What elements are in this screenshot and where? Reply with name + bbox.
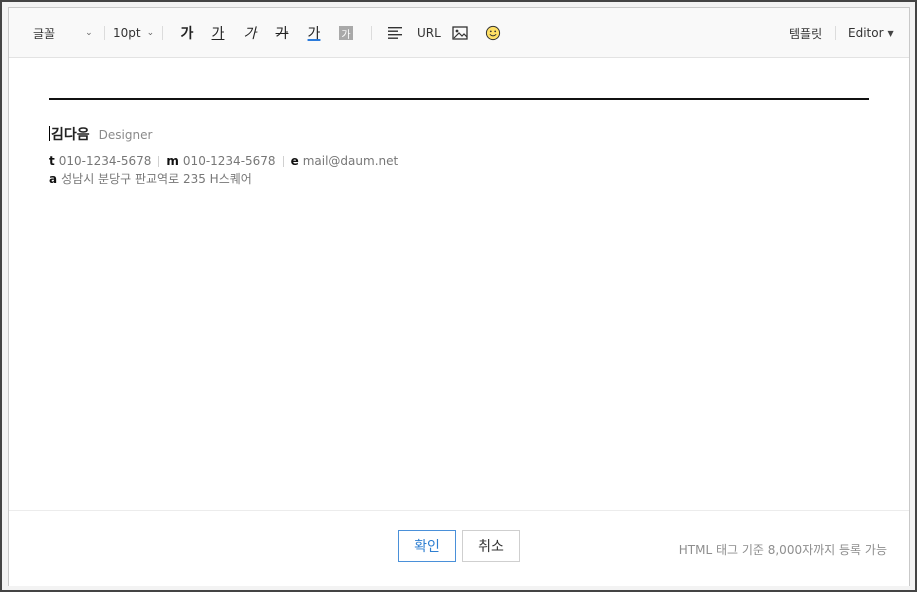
text-color-button[interactable]: 가 — [304, 8, 324, 58]
smiley-icon — [485, 25, 501, 41]
toolbar-divider — [371, 26, 372, 40]
caret-down-icon: ▼ — [887, 28, 894, 38]
font-size-label: 10pt — [113, 26, 141, 40]
text-cursor — [49, 126, 50, 141]
emoji-button[interactable] — [485, 8, 501, 58]
editor-mode-select[interactable]: Editor ▼ — [848, 8, 894, 58]
background-color-button[interactable]: 가 — [336, 8, 356, 58]
signature-name-row: 김다음 Designer — [49, 124, 869, 144]
address-key: a — [49, 171, 58, 186]
signature-editor-dialog: 글꼴 ⌄ 10pt ⌄ 가 가 가 가 가 가 URL 템플릿 Editor ▼… — [8, 7, 910, 586]
font-family-select[interactable]: 글꼴 ⌄ — [33, 8, 93, 58]
signature-address-line: a 성남시 분당구 판교역로 235 H스퀘어 — [49, 170, 869, 187]
address-value: 성남시 분당구 판교역로 235 H스퀘어 — [61, 172, 252, 186]
font-family-label: 글꼴 — [33, 26, 56, 41]
align-left-icon — [388, 27, 402, 39]
email-value: mail@daum.net — [302, 154, 399, 168]
email-key: e — [290, 154, 299, 168]
contact-divider — [158, 155, 160, 167]
underline-button[interactable]: 가 — [208, 8, 228, 58]
bold-button[interactable]: 가 — [177, 8, 197, 58]
chevron-down-icon: ⌄ — [85, 28, 93, 38]
signature-divider-line — [49, 98, 869, 100]
tel-value: 010-1234-5678 — [58, 154, 152, 168]
template-button[interactable]: 템플릿 — [789, 8, 822, 58]
background-color-swatch: 가 — [339, 26, 353, 41]
cancel-button[interactable]: 취소 — [462, 530, 520, 562]
editor-mode-label: Editor — [848, 26, 884, 40]
signature-contact-line: t 010-1234-5678 m 010-1234-5678 e mail@d… — [49, 154, 869, 168]
character-limit-note: HTML 태그 기준 8,000자까지 등록 가능 — [678, 543, 887, 557]
signature-role: Designer — [98, 128, 153, 142]
window-frame: 글꼴 ⌄ 10pt ⌄ 가 가 가 가 가 가 URL 템플릿 Editor ▼… — [0, 0, 917, 592]
url-button[interactable]: URL — [417, 8, 441, 58]
align-button[interactable] — [387, 8, 403, 58]
chevron-down-icon: ⌄ — [146, 28, 155, 38]
editor-content-area[interactable]: 김다음 Designer t 010-1234-5678 m 010-1234-… — [49, 98, 869, 187]
mobile-value: 010-1234-5678 — [182, 154, 276, 168]
font-size-select[interactable]: 10pt ⌄ — [113, 8, 154, 58]
toolbar-divider — [162, 26, 163, 40]
toolbar-divider — [835, 26, 836, 40]
tel-key: t — [49, 154, 55, 168]
editor-toolbar: 글꼴 ⌄ 10pt ⌄ 가 가 가 가 가 가 URL 템플릿 Editor ▼ — [9, 8, 909, 58]
image-icon — [452, 26, 468, 40]
mobile-key: m — [166, 154, 179, 168]
toolbar-divider — [104, 26, 105, 40]
confirm-button[interactable]: 확인 — [398, 530, 456, 562]
italic-button[interactable]: 가 — [240, 8, 260, 58]
strikethrough-button[interactable]: 가 — [272, 8, 292, 58]
contact-divider — [282, 155, 284, 167]
insert-image-button[interactable] — [452, 8, 468, 58]
signature-name: 김다음 — [51, 127, 90, 143]
dialog-footer: 확인 취소 HTML 태그 기준 8,000자까지 등록 가능 — [9, 510, 909, 586]
